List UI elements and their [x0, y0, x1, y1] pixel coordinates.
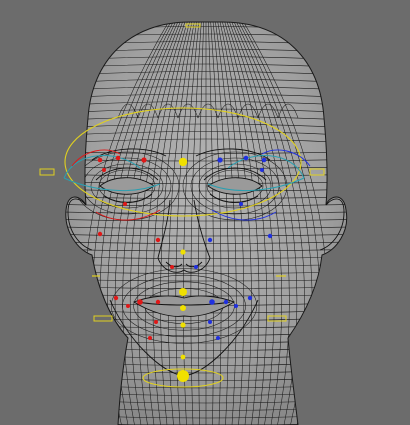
left-cheek-lower-control[interactable] [113, 295, 119, 301]
left-brow-mid-control[interactable] [115, 155, 121, 161]
left-mouth-outer-control[interactable] [126, 304, 130, 308]
right-brow-mid-control[interactable] [243, 155, 249, 161]
left-eye-corner-control[interactable] [102, 168, 106, 172]
left-nostril-control[interactable] [170, 265, 174, 269]
left-cheek-upper-control[interactable] [97, 231, 103, 237]
left-lower-lip-control[interactable] [154, 320, 158, 324]
upper-lip-center-control[interactable] [179, 288, 187, 296]
right-cheek-lower-control[interactable] [247, 295, 253, 301]
maya-viewport[interactable] [0, 0, 410, 425]
mouth-center-control[interactable] [180, 305, 186, 311]
nose-bridge-control[interactable] [180, 249, 186, 255]
right-mouth-outer-control[interactable] [234, 304, 238, 308]
left-upper-lip-control[interactable] [155, 299, 161, 305]
jaw-control[interactable] [177, 370, 189, 382]
head-mesh[interactable] [40, 18, 372, 425]
right-cheek-upper-control[interactable] [267, 233, 273, 239]
right-lower-lip-control[interactable] [208, 320, 212, 324]
left-brow-outer-control[interactable] [97, 157, 103, 163]
brow-center-control[interactable] [178, 157, 188, 167]
chin-control[interactable] [180, 354, 186, 360]
right-lower-lid-control[interactable] [239, 202, 243, 206]
viewport-canvas[interactable] [0, 0, 410, 425]
left-eye-slider[interactable] [39, 168, 55, 176]
right-nose-side-control[interactable] [207, 237, 213, 243]
right-brow-inner-control[interactable] [217, 157, 223, 163]
right-brow-outer-control[interactable] [261, 157, 267, 163]
left-lower-lid-control[interactable] [123, 202, 127, 206]
left-nose-side-control[interactable] [155, 237, 161, 243]
right-eye-corner-control[interactable] [260, 168, 264, 172]
right-chin-control[interactable] [216, 336, 220, 340]
left-brow-inner-control[interactable] [141, 157, 147, 163]
right-nostril-control[interactable] [194, 265, 198, 269]
right-lip-corner-control[interactable] [209, 299, 215, 305]
left-cheek-slider[interactable] [93, 315, 113, 322]
left-chin-control[interactable] [148, 336, 152, 340]
left-lip-corner-control[interactable] [137, 299, 143, 305]
right-upper-lip-control[interactable] [223, 299, 229, 305]
lower-lip-center-control[interactable] [180, 322, 186, 328]
